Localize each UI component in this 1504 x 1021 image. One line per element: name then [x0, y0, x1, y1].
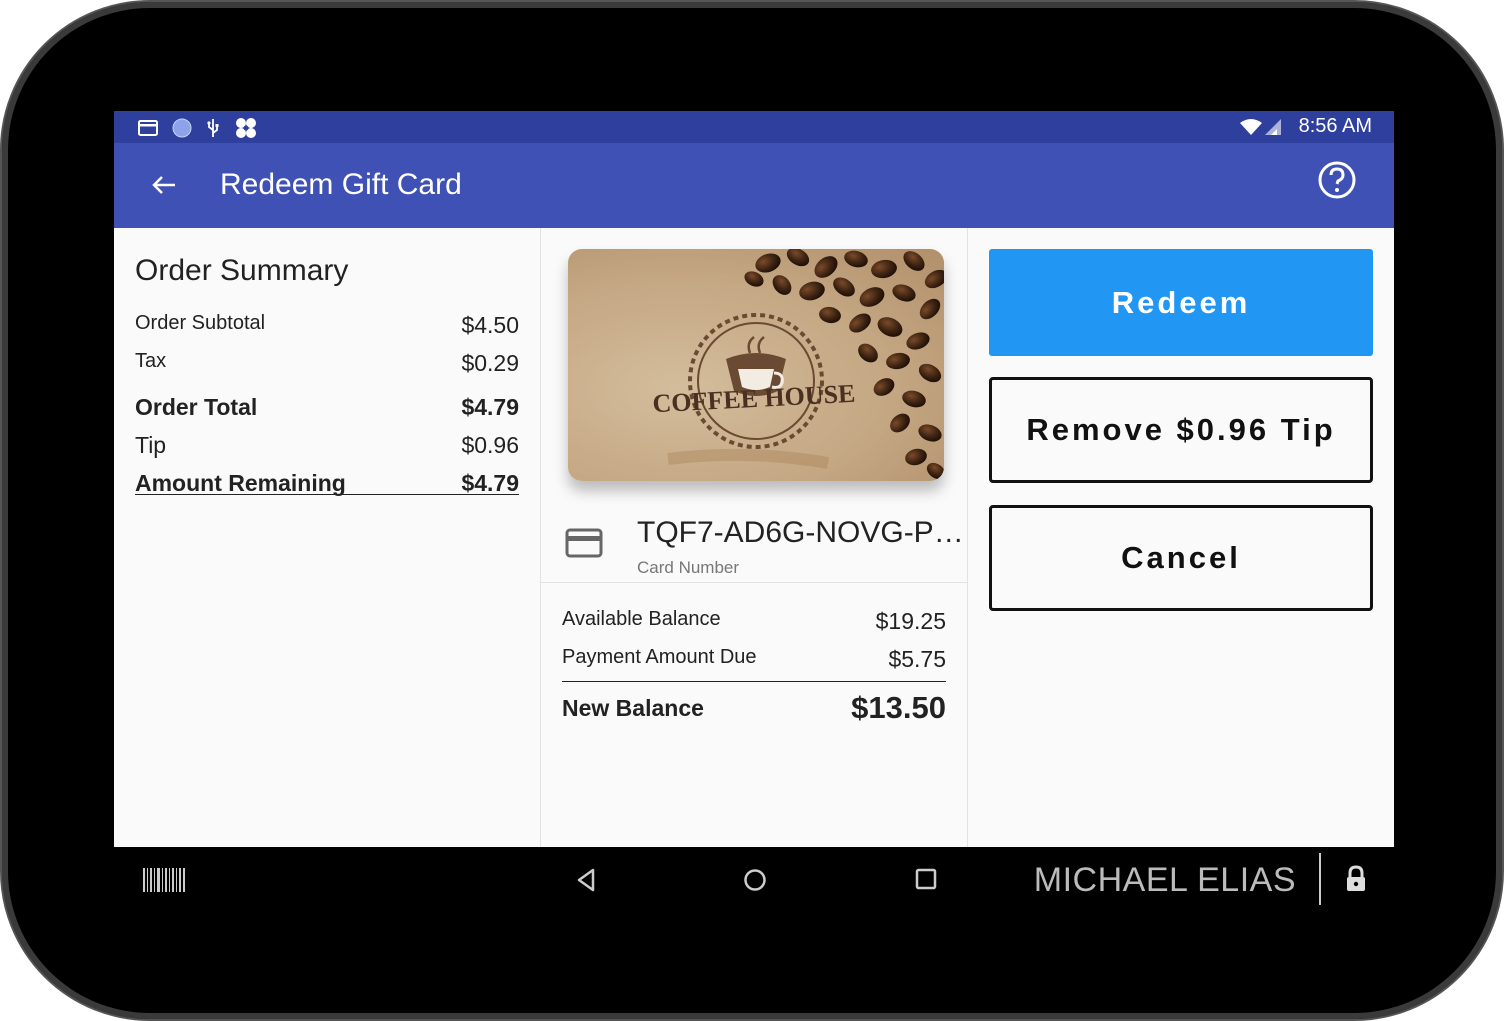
nav-recent-icon[interactable]: [914, 867, 938, 896]
user-name: MICHAEL ELIAS: [1033, 861, 1296, 899]
nav-separator: [1319, 853, 1321, 905]
lock-icon[interactable]: [1344, 865, 1368, 898]
tax-label: Tax: [135, 350, 167, 372]
redeem-button[interactable]: Redeem: [989, 249, 1373, 356]
available-balance-row: Available Balance $19.25: [562, 608, 946, 635]
order-total-value: $4.79: [461, 394, 519, 420]
remove-tip-button[interactable]: Remove $0.96 Tip: [989, 377, 1373, 483]
cancel-button[interactable]: Cancel: [989, 505, 1373, 611]
barcode-icon[interactable]: [142, 867, 186, 898]
tip-row: Tip $0.96: [135, 432, 519, 459]
clover-icon: [234, 117, 258, 144]
arrow-left-icon: [152, 176, 175, 194]
amount-remaining-value: $4.79: [461, 470, 519, 496]
back-button[interactable]: [144, 165, 184, 205]
status-bar: 8:56 AM: [114, 111, 1394, 143]
payment-due-row: Payment Amount Due $5.75: [562, 646, 946, 673]
card-icon: [138, 120, 158, 141]
gift-card-image: COFFEE HOUSE: [568, 249, 944, 481]
status-time: 8:56 AM: [1298, 115, 1372, 137]
new-balance-row: New Balance $13.50: [562, 690, 946, 726]
subtotal-value: $4.50: [461, 312, 519, 338]
new-balance-value: $13.50: [851, 690, 946, 725]
card-number: TQF7-AD6G-NOVG-P…: [637, 516, 964, 549]
nav-home-icon[interactable]: [742, 867, 768, 898]
screen: 8:56 AM Redeem Gift Card Order Summary O…: [114, 111, 1394, 847]
available-balance-label: Available Balance: [562, 608, 721, 630]
subtotal-label: Order Subtotal: [135, 312, 266, 334]
subtotal-row: Order Subtotal $4.50: [135, 312, 519, 339]
order-summary-title: Order Summary: [135, 254, 349, 287]
page-title: Redeem Gift Card: [220, 168, 462, 201]
nav-back-icon[interactable]: [574, 867, 598, 898]
amount-remaining-label: Amount Remaining: [135, 470, 346, 496]
app-bar: Redeem Gift Card: [114, 143, 1394, 228]
payment-due-label: Payment Amount Due: [562, 646, 757, 668]
card-number-row: TQF7-AD6G-NOVG-P… Card Number: [541, 498, 967, 583]
order-total-row: Order Total $4.79: [135, 394, 519, 421]
gift-card-panel: COFFEE HOUSE TQF7-AD6G-NOVG-P… Card Numb…: [541, 228, 968, 847]
actions-panel: Redeem Remove $0.96 Tip Cancel: [968, 228, 1394, 847]
navigation-bar: MICHAEL ELIAS: [114, 847, 1394, 913]
usb-icon: [206, 118, 220, 143]
tax-value: $0.29: [461, 350, 519, 376]
order-total-label: Order Total: [135, 394, 258, 420]
card-number-caption: Card Number: [637, 558, 740, 577]
tip-label: Tip: [135, 432, 167, 458]
circle-icon: [172, 118, 192, 143]
credit-card-icon: [565, 528, 603, 563]
signal-icon: [1264, 118, 1281, 135]
order-summary-panel: Order Summary Order Subtotal $4.50 Tax $…: [114, 228, 541, 847]
tax-row: Tax $0.29: [135, 350, 519, 377]
amount-remaining-row: Amount Remaining $4.79: [135, 470, 519, 497]
tip-value: $0.96: [461, 432, 519, 458]
help-circle-icon: [1318, 161, 1356, 199]
new-balance-label: New Balance: [562, 694, 704, 721]
wifi-icon: [1239, 118, 1283, 136]
balance-divider: [562, 681, 946, 682]
help-button[interactable]: [1316, 159, 1358, 201]
available-balance-value: $19.25: [875, 608, 946, 634]
payment-due-value: $5.75: [888, 646, 946, 672]
